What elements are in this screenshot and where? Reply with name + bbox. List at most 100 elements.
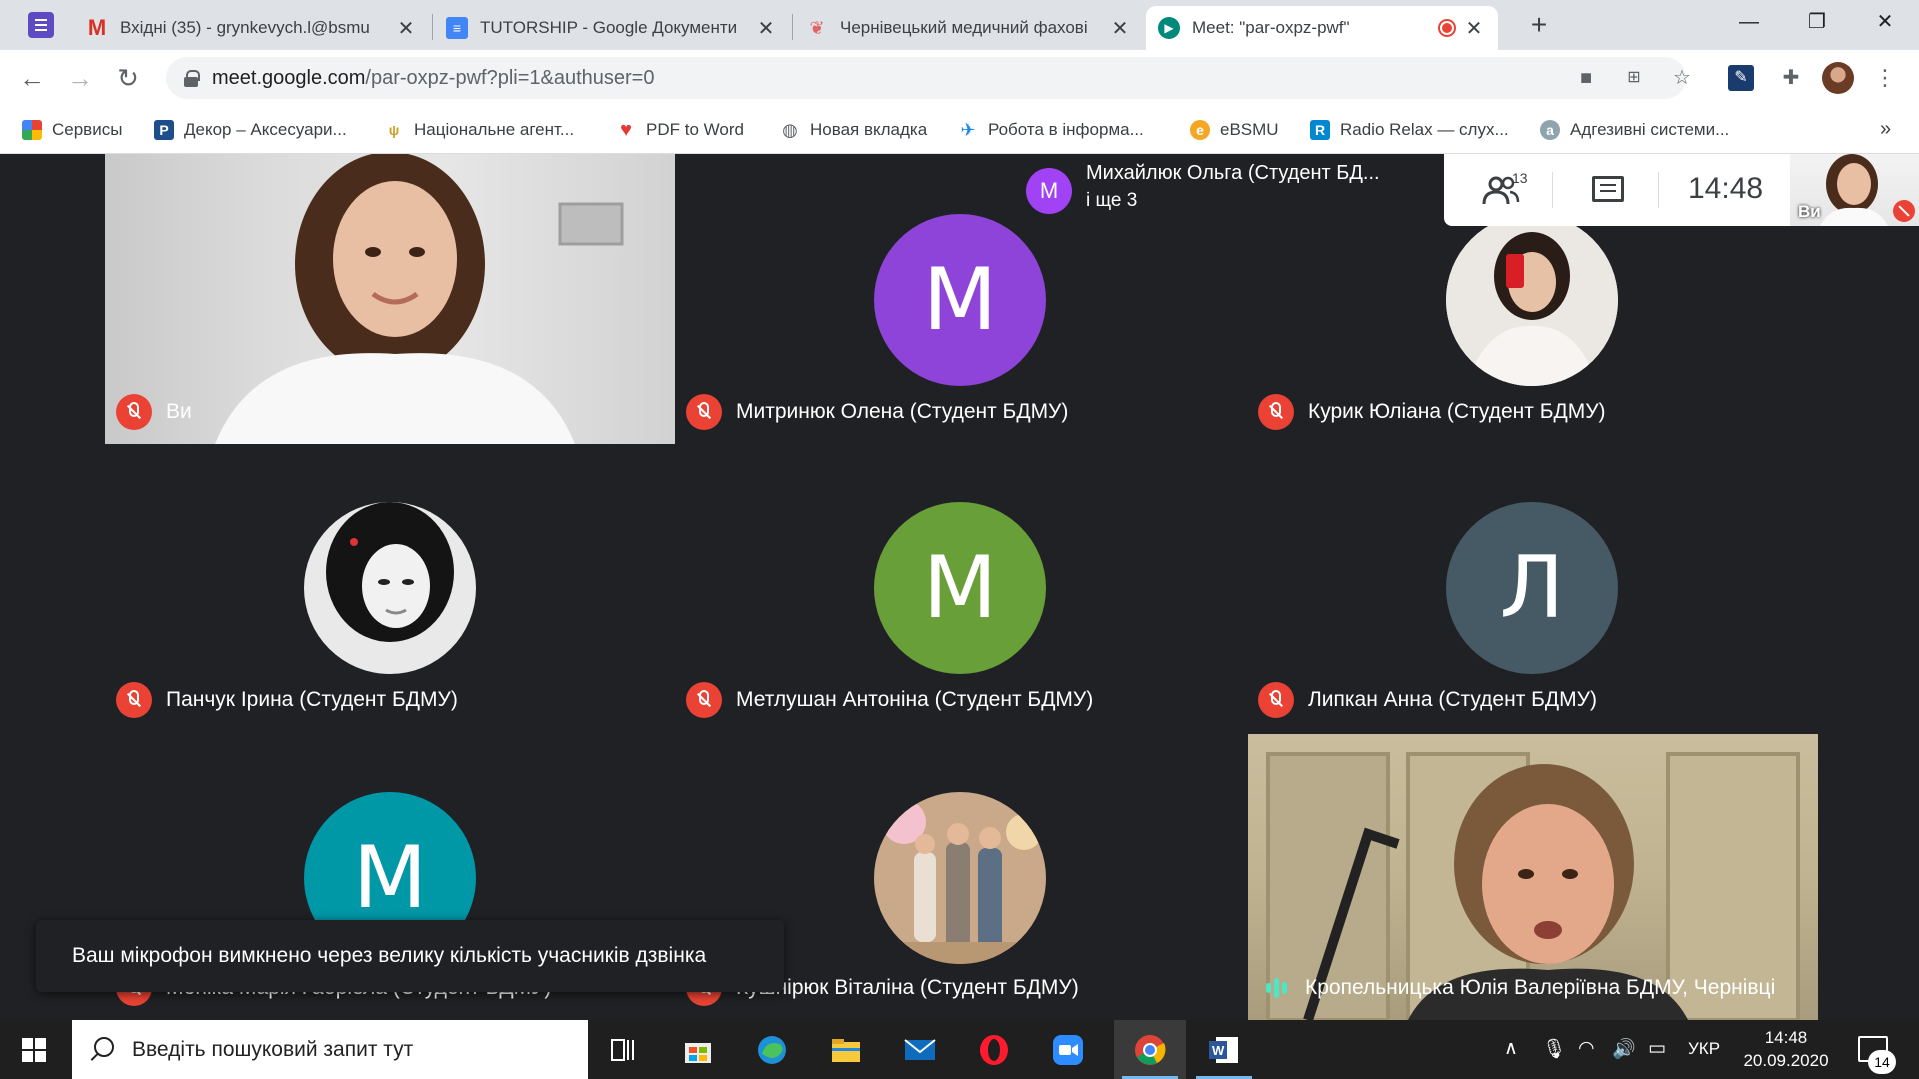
menu-kebab-icon[interactable]: ⋮ xyxy=(1870,63,1900,93)
mic-off-icon xyxy=(686,682,722,718)
camera-icon[interactable]: ■ xyxy=(1574,66,1598,90)
bookmark-star-icon[interactable]: ☆ xyxy=(1670,66,1694,90)
adhesive-site-icon: a xyxy=(1540,120,1560,140)
close-tab-icon[interactable]: ✕ xyxy=(1108,16,1132,41)
mic-off-icon xyxy=(116,682,152,718)
reload-icon[interactable]: ↻ xyxy=(112,62,144,94)
taskbar-clock[interactable]: 14:48 20.09.2020 xyxy=(1736,1026,1836,1072)
bookmark-label: Radio Relax — слух... xyxy=(1340,120,1509,139)
file-explorer-icon[interactable] xyxy=(810,1020,882,1079)
tab-gmail[interactable]: M Вхідні (35) - grynkevych.l@bsmu ✕ xyxy=(74,6,430,50)
profile-avatar[interactable] xyxy=(1822,62,1854,94)
participant-name: Ви xyxy=(166,400,192,423)
bookmark-label: Адгезивні системи... xyxy=(1570,120,1730,139)
self-view-thumbnail[interactable]: Ви xyxy=(1790,154,1919,226)
close-window-icon[interactable]: ✕ xyxy=(1860,4,1910,40)
mic-off-icon xyxy=(116,394,152,430)
bookmarks-bar: Сервисы P Декор – Аксесуари... ψ Націона… xyxy=(0,106,1919,154)
self-label: Ви xyxy=(1798,202,1821,221)
participant-avatar: Л xyxy=(1446,502,1618,674)
bookmark-label: Національне агент... xyxy=(414,120,575,139)
bookmark-radio-relax[interactable]: R Radio Relax — слух... xyxy=(1310,106,1509,154)
volume-icon[interactable]: 🔊 xyxy=(1612,1037,1636,1061)
mic-off-icon xyxy=(1258,394,1294,430)
language-indicator[interactable]: УКР xyxy=(1688,1039,1720,1059)
extension-icon[interactable]: ✎ xyxy=(1728,65,1754,91)
edge-browser-icon[interactable] xyxy=(736,1020,808,1079)
more-bookmarks-icon[interactable]: » xyxy=(1880,118,1891,141)
bookmark-new-tab[interactable]: ◍ Новая вкладка xyxy=(780,106,927,154)
mic-off-icon xyxy=(686,394,722,430)
battery-icon[interactable]: ▭ xyxy=(1648,1037,1666,1060)
bookmark-label: Новая вкладка xyxy=(810,120,928,139)
tab-search-icon[interactable] xyxy=(28,12,54,38)
forward-arrow-icon[interactable]: → xyxy=(64,62,96,94)
bookmark-decor[interactable]: P Декор – Аксесуари... xyxy=(154,106,347,154)
bookmark-ebsmu[interactable]: e eBSMU xyxy=(1190,106,1279,154)
participant-name: Кропельницька Юлія Валеріївна БДМУ, Черн… xyxy=(1305,976,1776,999)
bookmark-national-agency[interactable]: ψ Національне агент... xyxy=(384,106,574,154)
browser-tab-strip: M Вхідні (35) - grynkevych.l@bsmu ✕ ≡ TU… xyxy=(0,0,1919,50)
taskbar-date: 20.09.2020 xyxy=(1743,1051,1829,1070)
close-tab-icon[interactable]: ✕ xyxy=(1462,16,1486,41)
minimize-window-icon[interactable]: — xyxy=(1724,4,1774,40)
tab-title: Вхідні (35) - grynkevych.l@bsmu xyxy=(120,18,370,37)
taskbar-search-box[interactable]: Введіть пошуковий запит тут xyxy=(72,1020,588,1079)
close-tab-icon[interactable]: ✕ xyxy=(394,16,418,41)
windows-start-icon[interactable] xyxy=(22,1038,46,1062)
word-icon[interactable]: W xyxy=(1188,1020,1260,1079)
participant-nameplate: Курик Юліана (Студент БДМУ) xyxy=(1258,392,1606,432)
mic-muted-notification: Ваш мікрофон вимкнено через велику кільк… xyxy=(36,920,784,992)
microsoft-store-icon[interactable] xyxy=(662,1020,734,1079)
participant-photo xyxy=(874,792,1046,964)
trident-icon: ψ xyxy=(388,122,400,138)
zoom-icon[interactable] xyxy=(1032,1020,1104,1079)
browser-toolbar: ← → ↻ meet.google.com/par-oxpz-pwf?pli=1… xyxy=(0,50,1919,106)
participant-photo xyxy=(304,502,476,674)
address-bar[interactable]: meet.google.com/par-oxpz-pwf?pli=1&authu… xyxy=(166,57,1691,99)
mail-icon[interactable] xyxy=(884,1020,956,1079)
new-tab-button[interactable]: + xyxy=(1522,8,1556,42)
bookmark-pdf-to-word[interactable]: ♥ PDF to Word xyxy=(616,106,744,154)
restore-window-icon[interactable]: ❐ xyxy=(1792,4,1842,40)
opera-browser-icon[interactable] xyxy=(958,1020,1030,1079)
microphone-icon[interactable]: 🎙 xyxy=(1542,1037,1566,1061)
task-view-icon[interactable] xyxy=(588,1020,660,1079)
bookmark-label: PDF to Word xyxy=(646,120,744,139)
college-icon: ❦ xyxy=(809,17,825,38)
presenter-info-panel[interactable]: M Михайлюк Ольга (Студент БД... і ще 3 xyxy=(1014,154,1444,226)
bookmark-work-in-it[interactable]: ✈ Робота в інформа... xyxy=(958,106,1143,154)
wifi-icon[interactable]: ◠ xyxy=(1578,1037,1595,1060)
meet-call-area: Ви M Митринюк Олена (Студент БДМУ) Курик… xyxy=(0,154,1919,1020)
meet-icon: ▶ xyxy=(1158,17,1180,39)
presenter-name: Михайлюк Ольга (Студент БД... xyxy=(1086,162,1380,184)
chat-icon[interactable] xyxy=(1592,176,1624,202)
mic-off-icon xyxy=(1258,682,1294,718)
windows-taskbar: Введіть пошуковий запит тут W ∧ 🎙 ◠ 🔊 ▭ … xyxy=(0,1020,1919,1079)
participant-nameplate: Митринюк Олена (Студент БДМУ) xyxy=(686,392,1068,432)
url-text[interactable]: meet.google.com/par-oxpz-pwf?pli=1&authu… xyxy=(212,67,654,90)
close-tab-icon[interactable]: ✕ xyxy=(754,16,778,41)
chrome-browser-icon[interactable] xyxy=(1114,1020,1186,1079)
extensions-puzzle-icon[interactable]: ✚ xyxy=(1776,63,1806,93)
tab-google-docs[interactable]: ≡ TUTORSHIP - Google Документи ✕ xyxy=(434,6,790,50)
bookmark-adhesive-systems[interactable]: a Адгезивні системи... xyxy=(1540,106,1729,154)
bookmark-services[interactable]: Сервисы xyxy=(22,106,122,154)
participant-nameplate: Метлушан Антоніна (Студент БДМУ) xyxy=(686,680,1093,720)
back-arrow-icon[interactable]: ← xyxy=(16,62,48,94)
bookmark-label: Сервисы xyxy=(52,120,123,139)
presenter-more: і ще 3 xyxy=(1086,190,1138,211)
tab-title: Чернівецький медичний фахові xyxy=(840,18,1088,37)
participants-count: 13 xyxy=(1512,170,1528,186)
tab-title: Meet: "par-oxpz-pwf" xyxy=(1192,18,1350,37)
bird-icon: ✈ xyxy=(960,119,976,140)
lock-icon[interactable] xyxy=(184,70,200,87)
participant-avatar: M xyxy=(874,502,1046,674)
search-icon xyxy=(94,1037,114,1057)
translate-icon[interactable]: ⊞ xyxy=(1622,66,1646,90)
participant-name: Митринюк Олена (Студент БДМУ) xyxy=(736,400,1069,423)
show-hidden-icons-icon[interactable]: ∧ xyxy=(1504,1037,1518,1060)
tab-meet[interactable]: ▶ Meet: "par-oxpz-pwf" ✕ xyxy=(1146,6,1498,50)
tab-medical-college[interactable]: ❦ Чернівецький медичний фахові ✕ xyxy=(794,6,1144,50)
participant-avatar: M xyxy=(874,214,1046,386)
